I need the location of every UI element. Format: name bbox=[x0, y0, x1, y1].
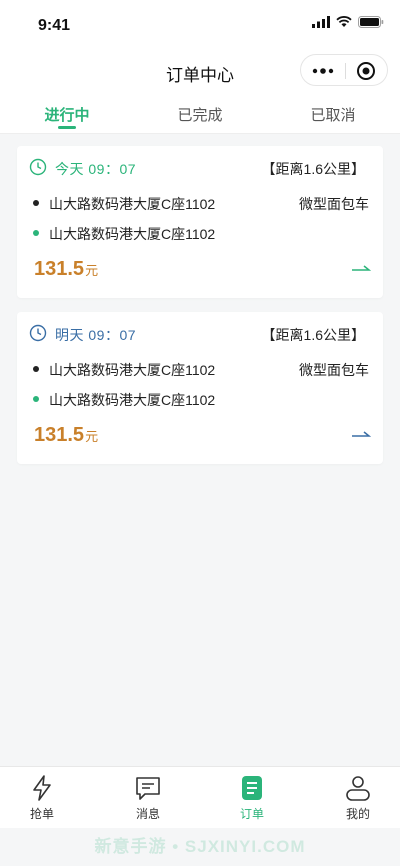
dropoff-address-row: 山大路数码港大厦C座1102 bbox=[33, 224, 215, 244]
signal-icon bbox=[312, 16, 330, 28]
active-tab-indicator bbox=[58, 126, 76, 129]
tabbar-item-profile[interactable]: 我的 bbox=[328, 775, 388, 822]
pickup-address: 山大路数码港大厦C座1102 bbox=[49, 196, 216, 212]
navigation-bar: 订单中心 bbox=[0, 50, 400, 94]
tabbar-item-messages[interactable]: 消息 bbox=[118, 775, 178, 822]
pickup-dot bbox=[33, 200, 39, 207]
pickup-address: 山大路数码港大厦C座1102 bbox=[49, 362, 216, 378]
order-card[interactable]: 明天 09：07 【距离1.6公里】 山大路数码港大厦C座1102 微型面包车 … bbox=[17, 312, 383, 464]
tabbar-label: 抢单 bbox=[29, 807, 54, 821]
clock-icon bbox=[29, 158, 47, 176]
bottom-tab-bar: 抢单 消息 订单 我的 bbox=[0, 766, 400, 828]
price-unit: 元 bbox=[85, 263, 99, 278]
watermark: 新意手游 • SJXINYI.COM bbox=[94, 837, 306, 856]
message-icon bbox=[136, 777, 160, 800]
clock-icon bbox=[29, 324, 47, 342]
tabbar-label: 消息 bbox=[135, 807, 160, 821]
price-amount: 131.5 bbox=[34, 424, 85, 446]
vehicle-type: 微型面包车 bbox=[299, 362, 369, 378]
order-time: 明天 09：07 bbox=[55, 327, 137, 343]
order-icon bbox=[242, 776, 262, 800]
order-price: 131.5元 bbox=[34, 424, 98, 447]
tab-cancelled[interactable]: 已取消 bbox=[283, 104, 383, 125]
lightning-icon bbox=[33, 775, 51, 801]
pickup-dot bbox=[33, 366, 39, 373]
order-status-tabs: 进行中 已完成 已取消 bbox=[0, 94, 400, 134]
mini-program-capsule bbox=[300, 54, 388, 86]
tabbar-item-orders[interactable]: 订单 bbox=[222, 775, 282, 822]
wifi-icon bbox=[336, 16, 352, 27]
arrow-right-icon[interactable] bbox=[351, 262, 371, 274]
pickup-address-row: 山大路数码港大厦C座1102 bbox=[33, 360, 215, 380]
dropoff-address: 山大路数码港大厦C座1102 bbox=[49, 392, 216, 408]
dropoff-address: 山大路数码港大厦C座1102 bbox=[49, 226, 216, 242]
tab-completed[interactable]: 已完成 bbox=[150, 104, 250, 125]
status-bar: 9:41 bbox=[0, 0, 400, 50]
dropoff-dot bbox=[33, 396, 39, 403]
dropoff-dot bbox=[33, 230, 39, 237]
pickup-address-row: 山大路数码港大厦C座1102 bbox=[33, 194, 215, 214]
dropoff-address-row: 山大路数码港大厦C座1102 bbox=[33, 390, 215, 410]
order-price: 131.5元 bbox=[34, 258, 98, 281]
price-unit: 元 bbox=[85, 429, 99, 444]
more-icon[interactable] bbox=[311, 63, 335, 79]
capsule-divider bbox=[345, 63, 346, 79]
tabbar-label: 订单 bbox=[239, 807, 264, 821]
order-distance: 【距离1.6公里】 bbox=[261, 161, 365, 177]
battery-icon bbox=[358, 16, 384, 28]
price-amount: 131.5 bbox=[34, 258, 85, 280]
arrow-right-icon[interactable] bbox=[351, 428, 371, 440]
vehicle-type: 微型面包车 bbox=[299, 196, 369, 212]
tabbar-item-grab-order[interactable]: 抢单 bbox=[12, 775, 72, 822]
tabbar-label: 我的 bbox=[345, 807, 370, 821]
profile-icon bbox=[346, 776, 370, 801]
order-distance: 【距离1.6公里】 bbox=[261, 327, 365, 343]
close-target-icon[interactable] bbox=[356, 61, 376, 81]
status-icons bbox=[312, 16, 384, 28]
order-time: 今天 09：07 bbox=[55, 161, 137, 177]
tab-in-progress[interactable]: 进行中 bbox=[17, 104, 117, 125]
status-time: 9:41 bbox=[38, 17, 71, 34]
order-card[interactable]: 今天 09：07 【距离1.6公里】 山大路数码港大厦C座1102 微型面包车 … bbox=[17, 146, 383, 298]
